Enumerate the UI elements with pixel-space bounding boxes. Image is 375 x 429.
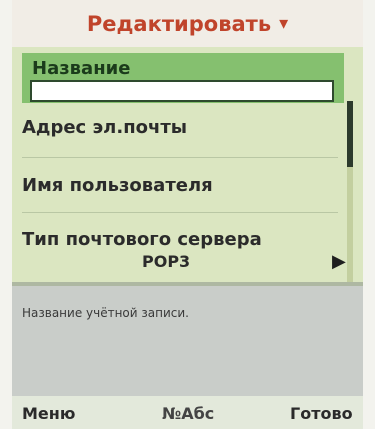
page-title: Редактировать <box>86 11 272 36</box>
scrollbar-thumb[interactable] <box>347 101 353 167</box>
field-account-name[interactable]: Название <box>22 53 344 103</box>
field-email-address[interactable]: Адрес эл.почты <box>22 117 338 138</box>
phone-screen: Редактировать ▾ Название Адрес эл.почты … <box>12 0 363 429</box>
divider <box>22 157 338 158</box>
help-text: Название учётной записи. <box>22 306 189 320</box>
username-label: Имя пользователя <box>22 175 213 196</box>
account-name-input[interactable] <box>30 80 334 102</box>
right-arrow-icon[interactable]: ▶ <box>332 251 346 272</box>
help-panel: Название учётной записи. <box>12 286 363 396</box>
title-bar[interactable]: Редактировать ▾ <box>12 0 363 47</box>
field-mail-server-type[interactable]: Тип почтового сервера <box>22 229 338 250</box>
email-address-label: Адрес эл.почты <box>22 117 188 138</box>
account-fields-list: Название Адрес эл.почты Имя пользователя… <box>12 47 363 311</box>
field-username[interactable]: Имя пользователя <box>22 175 338 196</box>
mail-server-type-value[interactable]: POP3 <box>142 252 190 271</box>
mail-server-type-label: Тип почтового сервера <box>22 229 262 250</box>
account-name-label: Название <box>32 58 131 79</box>
done-softkey[interactable]: Готово <box>290 404 353 423</box>
input-mode-indicator: №Абс <box>162 404 215 423</box>
softkey-bar: Меню №Абс Готово <box>12 396 363 429</box>
title-dropdown-icon: ▾ <box>279 13 289 34</box>
scrollbar[interactable] <box>347 101 353 311</box>
divider <box>22 212 338 213</box>
menu-softkey[interactable]: Меню <box>22 404 75 423</box>
